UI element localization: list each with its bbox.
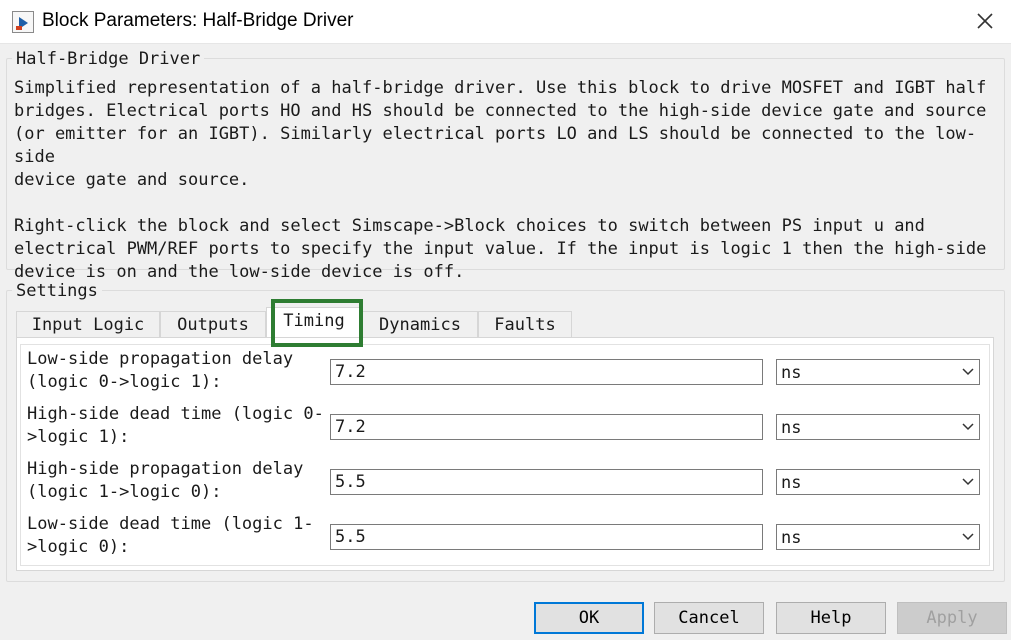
tab-faults[interactable]: Faults bbox=[478, 311, 572, 338]
param-label-low-side-prop-delay: Low-side propagation delay (logic 0->log… bbox=[27, 349, 294, 392]
unit-value: ns bbox=[781, 363, 802, 383]
low-side-prop-delay-input[interactable]: 7.2 bbox=[330, 359, 763, 385]
tab-outputs[interactable]: Outputs bbox=[160, 311, 266, 338]
description-paragraph-2: Right-click the block and select Simscap… bbox=[14, 216, 987, 282]
description-legend: Half-Bridge Driver bbox=[12, 49, 205, 69]
param-label-high-side-prop-delay: High-side propagation delay (logic 1->lo… bbox=[27, 459, 304, 502]
low-side-dead-time-input[interactable]: 5.5 bbox=[330, 524, 763, 550]
tab-input-logic[interactable]: Input Logic bbox=[16, 311, 160, 338]
title-bar: Block Parameters: Half-Bridge Driver bbox=[0, 0, 1011, 44]
tab-dynamics[interactable]: Dynamics bbox=[362, 311, 478, 338]
param-label-high-side-dead-time: High-side dead time (logic 0- >logic 1): bbox=[27, 404, 324, 447]
high-side-dead-time-unit-select[interactable]: ns bbox=[776, 414, 980, 440]
high-side-prop-delay-unit-select[interactable]: ns bbox=[776, 469, 980, 495]
chevron-down-icon bbox=[962, 368, 974, 376]
unit-value: ns bbox=[781, 418, 802, 438]
description-paragraph-1: Simplified representation of a half-brid… bbox=[14, 78, 987, 190]
ok-button[interactable]: OK bbox=[534, 602, 644, 634]
param-label-low-side-dead-time: Low-side dead time (logic 1- >logic 0): bbox=[27, 514, 314, 557]
description-text: Simplified representation of a half-brid… bbox=[14, 77, 1004, 284]
window-title: Block Parameters: Half-Bridge Driver bbox=[42, 10, 354, 31]
settings-legend: Settings bbox=[12, 281, 102, 301]
close-button[interactable] bbox=[973, 9, 997, 33]
low-side-prop-delay-unit-select[interactable]: ns bbox=[776, 359, 980, 385]
unit-value: ns bbox=[781, 473, 802, 493]
tab-timing[interactable]: Timing bbox=[266, 307, 362, 338]
chevron-down-icon bbox=[962, 478, 974, 486]
cancel-button[interactable]: Cancel bbox=[654, 602, 764, 634]
high-side-prop-delay-input[interactable]: 5.5 bbox=[330, 469, 763, 495]
help-button[interactable]: Help bbox=[776, 602, 886, 634]
chevron-down-icon bbox=[962, 533, 974, 541]
chevron-down-icon bbox=[962, 423, 974, 431]
apply-button[interactable]: Apply bbox=[897, 602, 1007, 634]
low-side-dead-time-unit-select[interactable]: ns bbox=[776, 524, 980, 550]
close-icon bbox=[977, 13, 993, 29]
high-side-dead-time-input[interactable]: 7.2 bbox=[330, 414, 763, 440]
simulink-block-icon bbox=[12, 11, 34, 33]
unit-value: ns bbox=[781, 528, 802, 548]
